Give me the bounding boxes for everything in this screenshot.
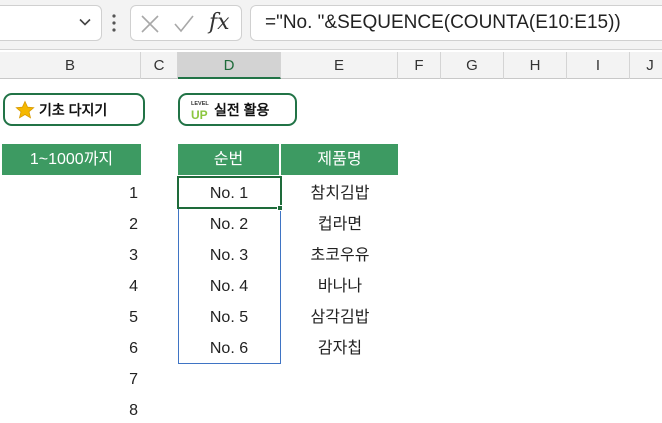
b-number-cell[interactable]: 5 (2, 302, 138, 333)
sequence-cell[interactable]: No. 6 (178, 333, 280, 364)
product-name-cell[interactable]: 감자칩 (281, 333, 399, 364)
column-header-c[interactable]: C (141, 52, 178, 79)
more-options-icon[interactable] (111, 12, 117, 34)
column-header-j[interactable]: J (630, 52, 662, 79)
sequence-cell[interactable]: No. 4 (178, 271, 280, 302)
column-header-g[interactable]: G (441, 52, 504, 79)
product-name-cell[interactable]: 바나나 (281, 271, 399, 302)
product-name-cell[interactable]: 삼각김밥 (281, 302, 399, 333)
practical-button[interactable]: LEVEL UP 실전 활용 (178, 93, 297, 126)
e-header-cell[interactable]: 제품명 (281, 144, 398, 175)
level-up-top-text: LEVEL (191, 101, 209, 107)
formula-bar-area: fx ="No. "&SEQUENCE(COUNTA(E10:E15)) (0, 0, 662, 50)
basics-button-label: 기초 다지기 (39, 101, 108, 118)
sequence-cell[interactable]: No. 2 (178, 209, 280, 240)
formula-buttons: fx (130, 5, 242, 41)
product-name-cell[interactable]: 컵라면 (281, 209, 399, 240)
b-number-cell[interactable]: 7 (2, 364, 138, 395)
insert-function-icon[interactable]: fx (209, 10, 230, 35)
column-header-i[interactable]: I (567, 52, 630, 79)
level-up-bottom-text: UP (191, 108, 208, 122)
chevron-down-icon[interactable] (79, 16, 91, 28)
cancel-icon[interactable] (140, 14, 160, 34)
name-box[interactable] (0, 5, 102, 41)
sequence-cell[interactable]: No. 3 (178, 240, 280, 271)
column-header-b[interactable]: B (0, 52, 141, 79)
column-header-e[interactable]: E (281, 52, 398, 79)
d-header-cell[interactable]: 순번 (178, 144, 280, 175)
b-number-cell[interactable]: 6 (2, 333, 138, 364)
product-name-cell[interactable]: 참치김밥 (281, 178, 399, 209)
enter-check-icon[interactable] (173, 14, 195, 34)
b-number-cell[interactable]: 1 (2, 178, 138, 209)
column-headers: B C D E F G H I J (0, 52, 662, 79)
basics-button[interactable]: 기초 다지기 (3, 93, 145, 126)
formula-input[interactable]: ="No. "&SEQUENCE(COUNTA(E10:E15)) (250, 5, 662, 41)
b-number-cell[interactable]: 3 (2, 240, 138, 271)
product-name-cell[interactable]: 초코우유 (281, 240, 399, 271)
b-number-cell[interactable]: 2 (2, 209, 138, 240)
sequence-cell[interactable]: No. 1 (178, 178, 280, 209)
column-header-d[interactable]: D (178, 52, 281, 79)
sequence-cell[interactable]: No. 5 (178, 302, 280, 333)
column-header-f[interactable]: F (398, 52, 441, 79)
b-number-cell[interactable]: 8 (2, 395, 138, 423)
b-number-cell[interactable]: 4 (2, 271, 138, 302)
practical-button-label: 실전 활용 (214, 101, 270, 118)
b-header-cell[interactable]: 1~1000까지 (2, 144, 141, 175)
star-icon (15, 100, 35, 119)
level-up-icon: LEVEL UP (191, 101, 209, 122)
column-header-h[interactable]: H (504, 52, 567, 79)
